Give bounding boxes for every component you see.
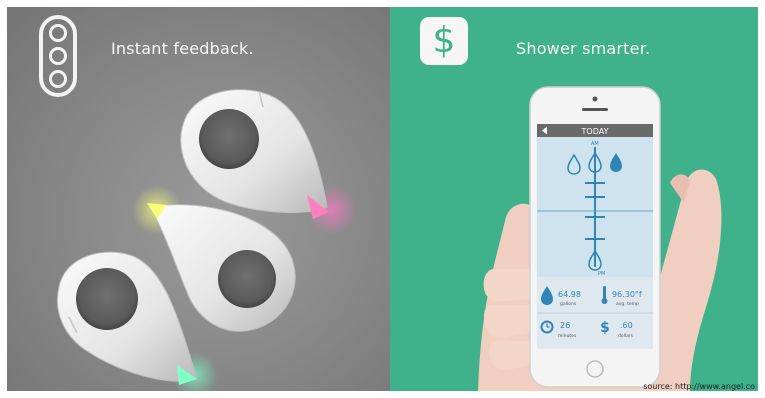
sensor-devices-illustration (57, 89, 329, 385)
sensor-device-green (57, 251, 198, 385)
stats-panel: 64.98 gallons 96.30°f avg. temp 26 minut… (537, 277, 653, 349)
dollars-value: .60 (620, 321, 633, 330)
dollars-label: dollars (618, 333, 634, 339)
dollar-stat-icon: $ (600, 320, 610, 336)
phone-speaker (582, 108, 608, 111)
instant-feedback-panel: Instant feedback. (7, 7, 390, 391)
minutes-label: minutes (558, 333, 577, 339)
phone-in-hand-illustration: TODAY AM PM 64.98 gallons 96.30°f avg. t… (478, 86, 722, 391)
gallons-label: gallons (560, 301, 577, 307)
sensor-device-pink (180, 89, 329, 219)
image-frame: Instant feedback. $ Shower smarter. TODA… (0, 0, 765, 398)
app-header-title: TODAY (581, 127, 609, 136)
shower-smarter-panel: $ Shower smarter. TODAY AM PM 64.98 gall… (390, 7, 758, 391)
timeline-top-label: AM (591, 141, 599, 147)
app-header: TODAY (537, 124, 653, 137)
temp-label: avg. temp (616, 301, 639, 307)
phone-camera (592, 96, 598, 102)
source-credit: source: http://www.angel.co (643, 382, 755, 391)
temp-value: 96.30°f (612, 290, 642, 299)
gallons-value: 64.98 (558, 290, 581, 299)
minutes-value: 26 (560, 321, 570, 330)
timeline-bottom-label: PM (598, 271, 605, 277)
